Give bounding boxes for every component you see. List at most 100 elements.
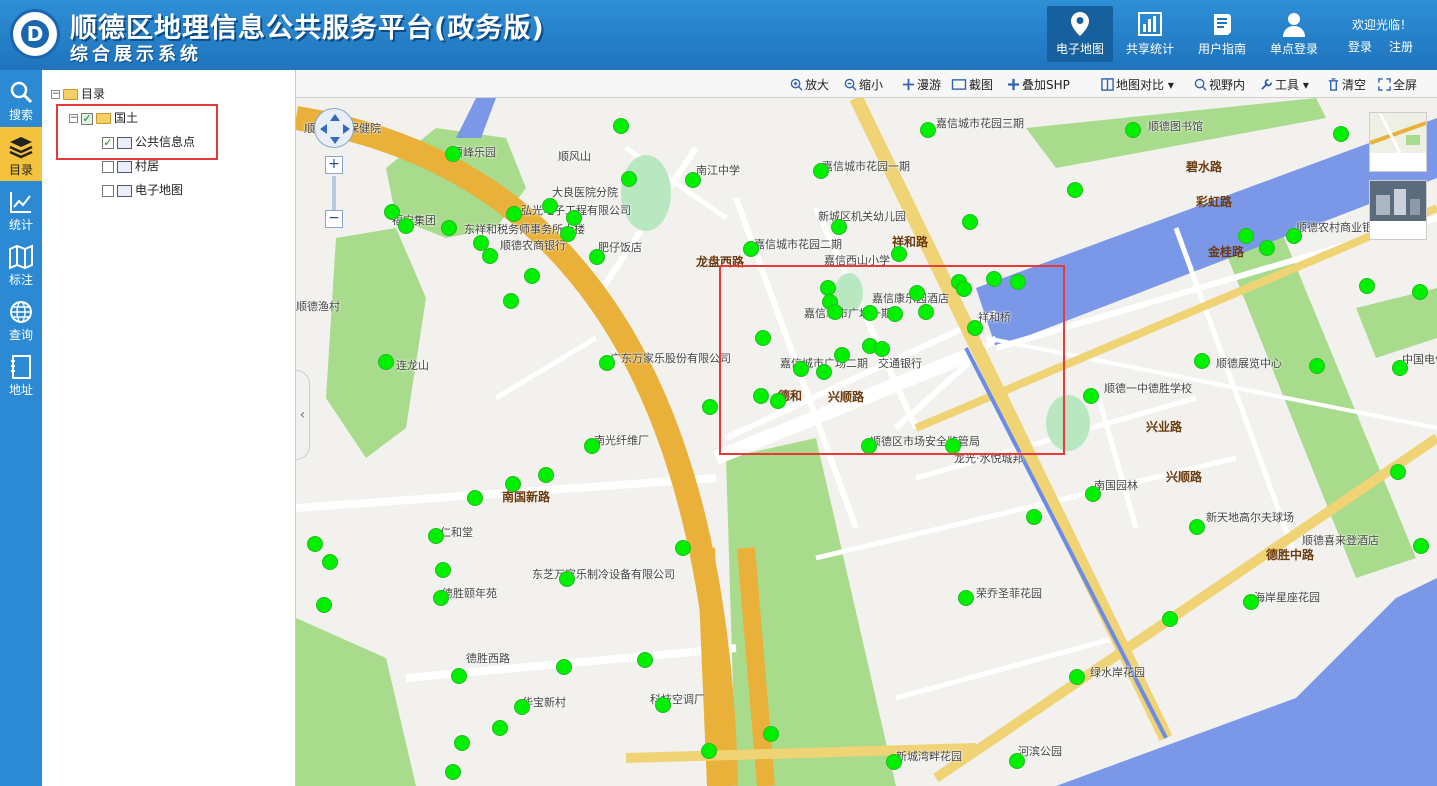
collapse-toggle[interactable]: − xyxy=(51,90,60,99)
sidebar-item-catalog[interactable]: 目录 xyxy=(0,127,42,181)
poi-marker[interactable] xyxy=(384,204,400,220)
poi-marker[interactable] xyxy=(1359,278,1375,294)
login-link[interactable]: 登录 xyxy=(1348,38,1372,55)
in-view-button[interactable]: 视野内 xyxy=(1194,76,1245,94)
poi-marker[interactable] xyxy=(613,118,629,134)
fullscreen-button[interactable]: 全屏 xyxy=(1378,76,1417,94)
poi-marker[interactable] xyxy=(559,571,575,587)
poi-marker[interactable] xyxy=(621,171,637,187)
poi-marker[interactable] xyxy=(433,590,449,606)
sidebar-item-query[interactable]: 查询 xyxy=(0,292,42,346)
poi-marker[interactable] xyxy=(813,163,829,179)
poi-marker[interactable] xyxy=(655,697,671,713)
poi-marker[interactable] xyxy=(316,597,332,613)
poi-marker[interactable] xyxy=(763,726,779,742)
poi-marker[interactable] xyxy=(1286,228,1302,244)
poi-marker[interactable] xyxy=(1085,486,1101,502)
layer-checkbox[interactable] xyxy=(102,160,114,173)
screenshot-button[interactable]: 截图 xyxy=(951,76,993,94)
poi-marker[interactable] xyxy=(599,355,615,371)
poi-marker[interactable] xyxy=(322,554,338,570)
sidebar-item-statistics[interactable]: 统计 xyxy=(0,182,42,236)
poi-marker[interactable] xyxy=(1189,519,1205,535)
poi-marker[interactable] xyxy=(675,540,691,556)
sidebar-item-annotate[interactable]: 标注 xyxy=(0,237,42,291)
tree-node-root[interactable]: − 目录 xyxy=(51,85,105,103)
poi-marker[interactable] xyxy=(505,476,521,492)
poi-marker[interactable] xyxy=(514,699,530,715)
nav-shared-stats[interactable]: 共享统计 xyxy=(1117,6,1183,62)
poi-marker[interactable] xyxy=(556,659,572,675)
basemap-map-button[interactable]: 地图 xyxy=(1369,112,1427,172)
poi-marker[interactable] xyxy=(435,562,451,578)
poi-marker[interactable] xyxy=(398,218,414,234)
map-compare-button[interactable]: 地图对比 ▾ xyxy=(1101,76,1174,94)
poi-marker[interactable] xyxy=(958,590,974,606)
poi-marker[interactable] xyxy=(454,735,470,751)
poi-marker[interactable] xyxy=(584,438,600,454)
poi-marker[interactable] xyxy=(560,226,576,242)
poi-marker[interactable] xyxy=(1009,753,1025,769)
nav-user-guide[interactable]: 用户指南 xyxy=(1189,6,1255,62)
poi-marker[interactable] xyxy=(451,668,467,684)
poi-marker[interactable] xyxy=(482,248,498,264)
basemap-3d-button[interactable]: 三维 xyxy=(1369,180,1427,240)
poi-marker[interactable] xyxy=(891,246,907,262)
poi-marker[interactable] xyxy=(1412,284,1428,300)
poi-marker[interactable] xyxy=(1333,126,1349,142)
panel-collapse-handle[interactable]: ‹ xyxy=(296,370,310,460)
tools-button[interactable]: 工具 ▾ xyxy=(1260,76,1309,94)
poi-marker[interactable] xyxy=(1390,464,1406,480)
poi-marker[interactable] xyxy=(445,146,461,162)
poi-marker[interactable] xyxy=(1083,388,1099,404)
overlay-shp-button[interactable]: 叠加SHP xyxy=(1007,76,1070,94)
nav-single-signon[interactable]: 单点登录 xyxy=(1261,6,1327,62)
poi-marker[interactable] xyxy=(506,206,522,222)
poi-marker[interactable] xyxy=(1125,122,1141,138)
register-link[interactable]: 注册 xyxy=(1389,38,1413,55)
poi-marker[interactable] xyxy=(542,198,558,214)
poi-marker[interactable] xyxy=(831,219,847,235)
poi-marker[interactable] xyxy=(637,652,653,668)
poi-marker[interactable] xyxy=(1392,360,1408,376)
zoom-out-control[interactable]: − xyxy=(325,210,343,228)
poi-marker[interactable] xyxy=(1259,240,1275,256)
poi-marker[interactable] xyxy=(1243,594,1259,610)
poi-marker[interactable] xyxy=(743,241,759,257)
poi-marker[interactable] xyxy=(538,467,554,483)
poi-marker[interactable] xyxy=(524,268,540,284)
poi-marker[interactable] xyxy=(1194,353,1210,369)
poi-marker[interactable] xyxy=(1413,538,1429,554)
sidebar-item-address[interactable]: 地址 xyxy=(0,347,42,401)
poi-marker[interactable] xyxy=(1067,182,1083,198)
poi-marker[interactable] xyxy=(566,210,582,226)
poi-marker[interactable] xyxy=(445,764,461,780)
tree-node-electronic-map[interactable]: 电子地图 xyxy=(102,181,183,199)
poi-marker[interactable] xyxy=(1238,228,1254,244)
poi-marker[interactable] xyxy=(1069,669,1085,685)
poi-marker[interactable] xyxy=(492,720,508,736)
poi-marker[interactable] xyxy=(441,220,457,236)
poi-marker[interactable] xyxy=(428,528,444,544)
zoom-in-control[interactable]: + xyxy=(325,156,343,174)
poi-marker[interactable] xyxy=(886,754,902,770)
poi-marker[interactable] xyxy=(702,399,718,415)
clear-button[interactable]: 清空 xyxy=(1327,76,1366,94)
layer-checkbox[interactable] xyxy=(102,184,114,197)
poi-marker[interactable] xyxy=(920,122,936,138)
poi-marker[interactable] xyxy=(962,214,978,230)
poi-marker[interactable] xyxy=(589,249,605,265)
poi-marker[interactable] xyxy=(1309,358,1325,374)
pan-control[interactable] xyxy=(314,108,354,148)
sidebar-item-search[interactable]: 搜索 xyxy=(0,72,42,126)
poi-marker[interactable] xyxy=(378,354,394,370)
zoom-in-button[interactable]: 放大 xyxy=(790,76,829,94)
poi-marker[interactable] xyxy=(701,743,717,759)
poi-marker[interactable] xyxy=(467,490,483,506)
poi-marker[interactable] xyxy=(685,172,701,188)
nav-electronic-map[interactable]: 电子地图 xyxy=(1047,6,1113,62)
poi-marker[interactable] xyxy=(503,293,519,309)
zoom-out-button[interactable]: 缩小 xyxy=(844,76,883,94)
pan-button[interactable]: 漫游 xyxy=(902,76,941,94)
poi-marker[interactable] xyxy=(1026,509,1042,525)
